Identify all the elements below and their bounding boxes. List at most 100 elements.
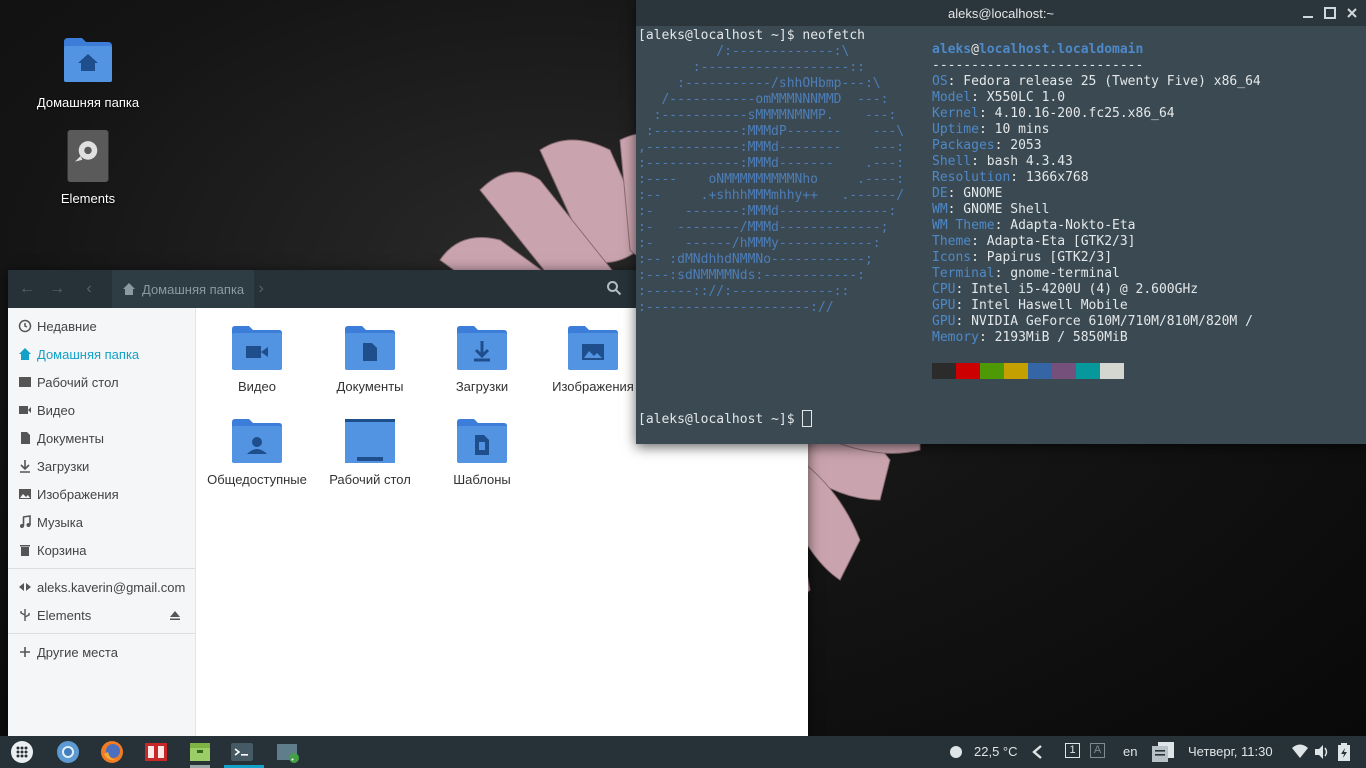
info-line: WM: GNOME Shell <box>932 202 1049 217</box>
double-commander-icon[interactable] <box>144 740 168 764</box>
info-key: WM Theme <box>932 218 995 233</box>
info-line: Icons: Papirus [GTK2/3] <box>932 250 1112 265</box>
folder-templates[interactable]: Шаблоны <box>426 418 538 487</box>
folder-pictures[interactable]: Изображения <box>537 325 649 394</box>
info-value: : 10 mins <box>978 122 1050 137</box>
sidebar-item-downloads[interactable]: Загрузки <box>8 452 195 480</box>
chevron-left-icon[interactable] <box>1030 744 1046 760</box>
terminal-icon[interactable] <box>230 740 254 764</box>
folder-label: Шаблоны <box>453 472 511 487</box>
back-button[interactable]: ← <box>12 280 42 298</box>
desktop-icon-elements-label: Elements <box>60 191 116 206</box>
terminal-current-prompt[interactable]: [aleks@localhost ~]$ <box>638 410 813 427</box>
battery-icon[interactable] <box>1338 743 1350 761</box>
info-key: Shell <box>932 154 972 169</box>
info-key: GPU <box>932 314 956 329</box>
info-user: aleks <box>932 42 972 57</box>
notes-icon[interactable] <box>1152 742 1174 762</box>
info-key: Model <box>932 90 972 105</box>
sidebar-item-home[interactable]: Домашняя папка <box>8 340 195 368</box>
terminal-titlebar[interactable]: aleks@localhost:~ <box>636 0 1366 26</box>
folder-label: Общедоступные <box>207 472 307 487</box>
folder-desktop[interactable]: Рабочий стол <box>314 418 426 487</box>
sidebar-item-desktop[interactable]: Рабочий стол <box>8 368 195 396</box>
info-value: : GNOME Shell <box>947 202 1050 217</box>
info-at: @ <box>971 42 979 57</box>
eject-icon[interactable] <box>169 609 181 621</box>
keyboard-layout[interactable]: en <box>1123 744 1137 759</box>
minimize-icon[interactable] <box>1300 5 1316 21</box>
info-value: : 1366x768 <box>1010 170 1089 185</box>
info-line: Uptime: 10 mins <box>932 122 1049 137</box>
chromium-icon[interactable] <box>56 740 80 764</box>
folder-public[interactable]: Общедоступные <box>201 418 313 487</box>
sidebar-item-label: Музыка <box>37 514 83 530</box>
home-icon <box>19 348 31 360</box>
folder-documents[interactable]: Документы <box>314 325 426 394</box>
folder-videos[interactable]: Видео <box>201 325 313 394</box>
breadcrumb[interactable]: Домашняя папка <box>112 270 255 308</box>
sidebar-item-videos[interactable]: Видео <box>8 396 195 424</box>
sidebar-item-trash[interactable]: Корзина <box>8 536 195 564</box>
color-swatch <box>932 363 956 379</box>
logo-line: :-- :dMNdhhdNMMNo------------; <box>638 252 873 267</box>
sidebar-item-recent[interactable]: Недавние <box>8 312 195 340</box>
sidebar-item-music[interactable]: Музыка <box>8 508 195 536</box>
sidebar-item-label: Elements <box>37 607 92 623</box>
firefox-icon[interactable] <box>100 740 124 764</box>
taskbar: 22,5 °C 1 A en Четверг, 11:30 <box>0 736 1366 768</box>
system-info: aleks@localhost.localdomain ------------… <box>932 42 1261 346</box>
archive-manager-icon[interactable] <box>188 740 212 764</box>
sidebar-item-documents[interactable]: Документы <box>8 424 195 452</box>
sidebar-item-label: Документы <box>37 430 105 446</box>
info-line: OS: Fedora release 25 (Twenty Five) x86_… <box>932 74 1261 89</box>
rss-reader-icon[interactable] <box>276 740 300 764</box>
sidebar-item-label: aleks.kaverin@gmail.com <box>37 579 186 595</box>
workspace-indicator[interactable]: 1 <box>1065 743 1080 758</box>
sidebar-item-elements-drive[interactable]: Elements <box>8 601 195 629</box>
maximize-icon[interactable] <box>1322 5 1338 21</box>
temperature[interactable]: 22,5 °C <box>974 744 1018 759</box>
folder-label: Загрузки <box>455 379 509 394</box>
desktop-icon-elements[interactable]: Elements <box>28 130 148 206</box>
info-line: Packages: 2053 <box>932 138 1042 153</box>
sidebar-item-online-account[interactable]: aleks.kaverin@gmail.com <box>8 573 195 601</box>
info-value: : Adapta-Eta [GTK2/3] <box>971 234 1136 249</box>
folder-downloads[interactable]: Загрузки <box>426 325 538 394</box>
logo-line: :-------------------:: <box>692 60 865 75</box>
terminal-prompt: [aleks@localhost ~]$ <box>638 28 803 43</box>
logo-line: ,------------:MMMd-------- ---: <box>638 140 905 155</box>
app-grid-icon[interactable] <box>10 740 34 764</box>
info-line: DE: GNOME <box>932 186 1002 201</box>
terminal-window[interactable]: aleks@localhost:~ [aleks@localhost ~]$ n… <box>636 0 1366 444</box>
logo-line: :-----------:MMMdP------- ---\ <box>645 124 905 139</box>
logo-line: /-----------omMMMNNNMMD ---: <box>661 92 889 107</box>
info-line: Model: X550LC 1.0 <box>932 90 1065 105</box>
sidebar-separator <box>8 633 195 634</box>
info-value: : 2193MiB / 5850MiB <box>978 330 1128 345</box>
close-icon[interactable] <box>1344 5 1360 21</box>
drive-icon <box>67 130 109 182</box>
sidebar-item-other-locations[interactable]: Другие места <box>8 638 195 666</box>
sidebar-item-pictures[interactable]: Изображения <box>8 480 195 508</box>
breadcrumb-left-arrow[interactable]: ‹ <box>82 280 96 298</box>
info-line: Theme: Adapta-Eta [GTK2/3] <box>932 234 1136 249</box>
volume-icon[interactable] <box>1314 744 1330 760</box>
info-line: GPU: Intel Haswell Mobile <box>932 298 1128 313</box>
workspace-indicator-2[interactable]: A <box>1090 743 1105 758</box>
forward-button[interactable]: → <box>42 280 72 298</box>
folder-label: Документы <box>336 379 404 394</box>
info-line: Terminal: gnome-terminal <box>932 266 1120 281</box>
info-value: : X550LC 1.0 <box>971 90 1066 105</box>
sidebar-item-label: Видео <box>37 402 75 418</box>
desktop-icon-home[interactable]: Домашняя папка <box>28 34 148 110</box>
search-icon[interactable] <box>606 280 622 296</box>
home-icon <box>123 283 135 295</box>
breadcrumb-right-arrow[interactable]: › <box>254 280 268 298</box>
clock[interactable]: Четверг, 11:30 <box>1188 744 1273 759</box>
fedora-ascii-logo: /:-------------:\ :-------------------::… <box>638 44 904 315</box>
music-icon <box>20 515 31 528</box>
video-folder-icon <box>232 326 282 370</box>
color-swatch <box>1076 363 1100 379</box>
wifi-icon[interactable] <box>1292 744 1308 760</box>
